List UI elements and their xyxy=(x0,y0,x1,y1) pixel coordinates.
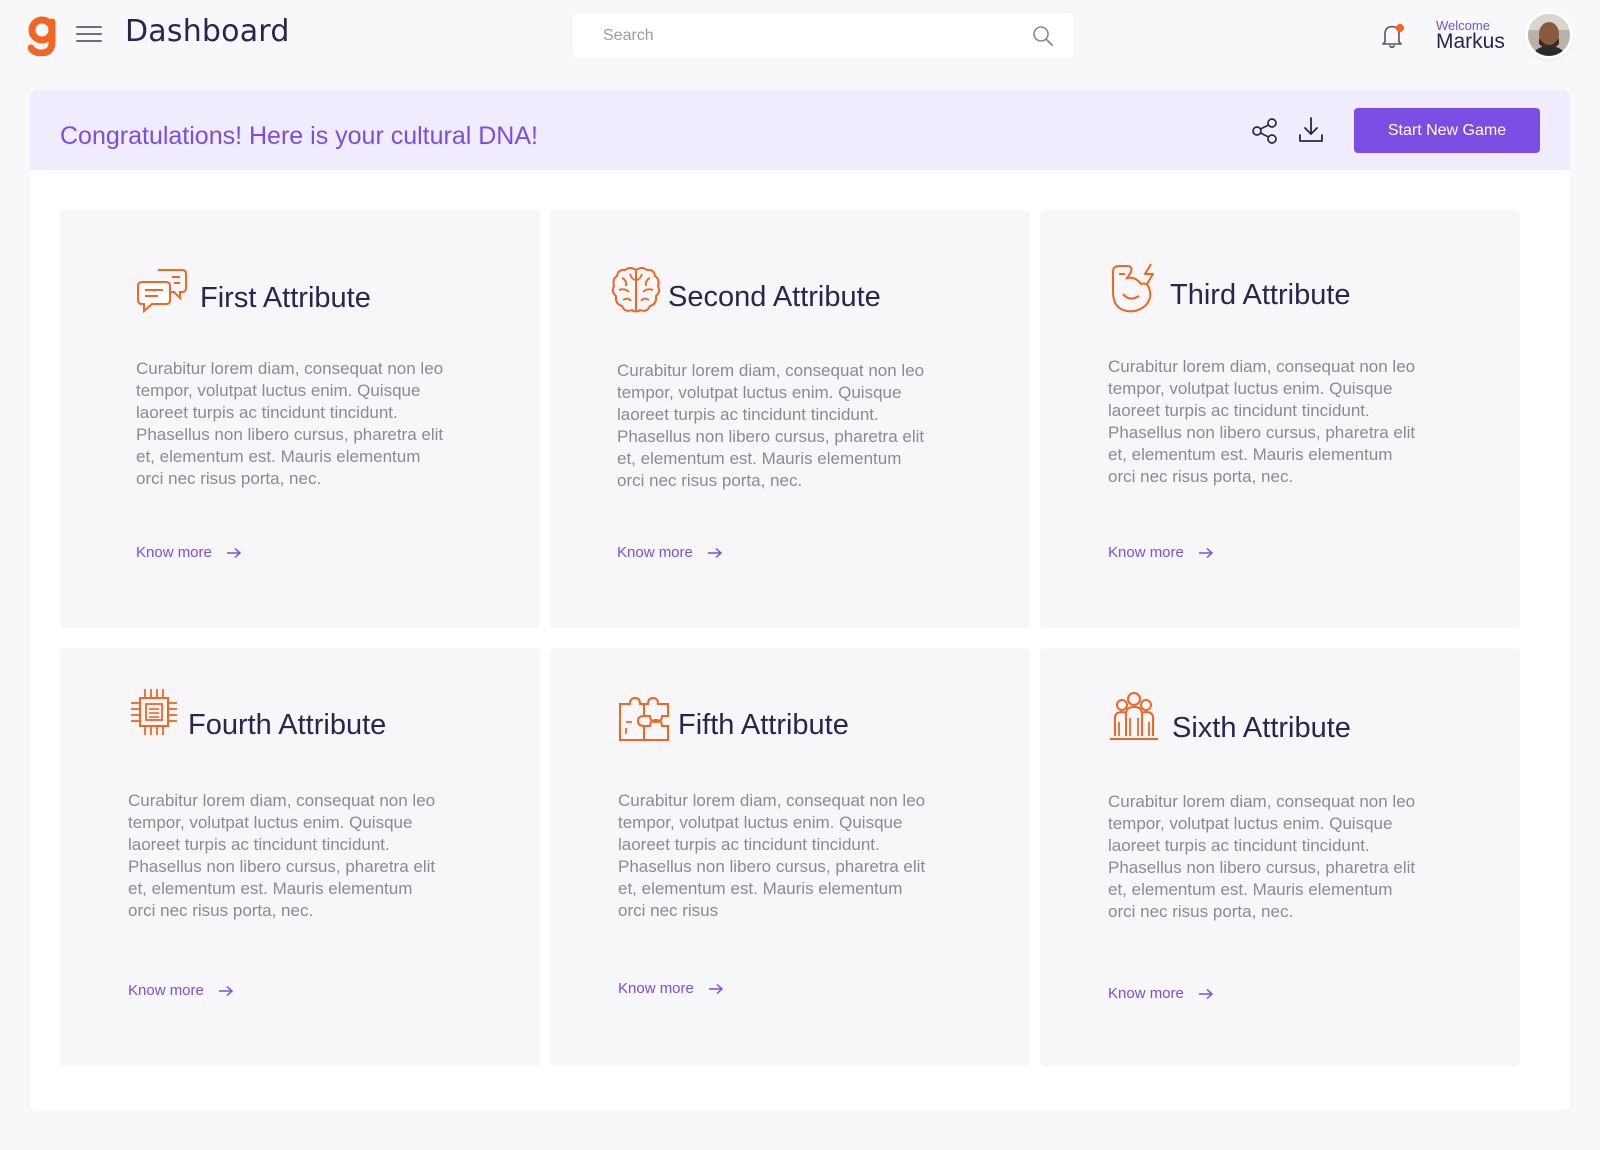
hamburger-menu-icon[interactable] xyxy=(76,24,102,44)
attribute-title: Third Attribute xyxy=(1170,279,1351,311)
team-people-icon xyxy=(1110,692,1158,740)
top-bar: Dashboard Welcome Markus xyxy=(0,0,1600,70)
results-panel: Congratulations! Here is your cultural D… xyxy=(30,90,1570,1110)
page-title: Dashboard xyxy=(125,14,290,49)
start-new-game-button[interactable]: Start New Game xyxy=(1354,108,1540,153)
search-icon[interactable] xyxy=(1031,24,1055,48)
notification-bell-icon[interactable] xyxy=(1380,22,1406,50)
know-more-label: Know more xyxy=(1108,544,1184,561)
attribute-description: Curabitur lorem diam, consequat non leo … xyxy=(618,791,926,920)
arrow-right-icon xyxy=(707,547,722,558)
avatar-portrait-icon xyxy=(1528,14,1570,56)
know-more-label: Know more xyxy=(136,544,212,561)
attribute-title: Fourth Attribute xyxy=(188,709,387,741)
know-more-label: Know more xyxy=(128,982,204,999)
arrow-right-icon xyxy=(708,983,723,994)
attribute-card: Fourth Attribute Curabitur lorem diam, c… xyxy=(60,648,540,1066)
attribute-title: First Attribute xyxy=(200,282,371,314)
know-more-link[interactable]: Know more xyxy=(136,544,242,561)
know-more-link[interactable]: Know more xyxy=(128,982,234,999)
attribute-title: Second Attribute xyxy=(668,281,881,313)
cpu-chip-icon xyxy=(131,689,177,735)
attribute-description: Curabitur lorem diam, consequat non leo … xyxy=(128,791,436,920)
know-more-link[interactable]: Know more xyxy=(1108,544,1214,561)
attribute-title: Fifth Attribute xyxy=(678,709,849,741)
arrow-right-icon xyxy=(1198,988,1213,999)
attribute-card: Third Attribute Curabitur lorem diam, co… xyxy=(1040,210,1520,628)
user-name: Markus xyxy=(1436,30,1505,53)
download-icon[interactable] xyxy=(1296,115,1326,145)
attribute-card: First Attribute Curabitur lorem diam, co… xyxy=(60,210,540,628)
know-more-label: Know more xyxy=(618,980,694,997)
results-banner: Congratulations! Here is your cultural D… xyxy=(30,90,1570,170)
attribute-card: Sixth Attribute Curabitur lorem diam, co… xyxy=(1040,648,1520,1066)
arrow-right-icon xyxy=(218,985,233,996)
puzzle-icon xyxy=(619,696,669,741)
know-more-link[interactable]: Know more xyxy=(618,980,724,997)
attribute-card: Second Attribute Curabitur lorem diam, c… xyxy=(550,210,1030,628)
attribute-title: Sixth Attribute xyxy=(1172,712,1351,744)
banner-title: Congratulations! Here is your cultural D… xyxy=(60,122,538,150)
attribute-description: Curabitur lorem diam, consequat non leo … xyxy=(1108,792,1416,921)
share-icon[interactable] xyxy=(1250,116,1280,146)
user-avatar[interactable] xyxy=(1528,14,1570,56)
search-bar[interactable] xyxy=(573,13,1073,58)
attribute-description: Curabitur lorem diam, consequat non leo … xyxy=(1108,357,1416,486)
app-logo-icon[interactable] xyxy=(28,16,58,56)
attribute-description: Curabitur lorem diam, consequat non leo … xyxy=(617,361,925,490)
know-more-label: Know more xyxy=(1108,985,1184,1002)
arrow-right-icon xyxy=(226,547,241,558)
know-more-link[interactable]: Know more xyxy=(617,544,723,561)
strength-arm-icon xyxy=(1112,263,1154,313)
know-more-label: Know more xyxy=(617,544,693,561)
arrow-right-icon xyxy=(1198,547,1213,558)
attribute-card: Fifth Attribute Curabitur lorem diam, co… xyxy=(550,648,1030,1066)
brain-icon xyxy=(611,267,661,313)
attribute-description: Curabitur lorem diam, consequat non leo … xyxy=(136,359,444,488)
search-input[interactable] xyxy=(573,13,1013,58)
chat-bubbles-icon xyxy=(137,269,187,314)
know-more-link[interactable]: Know more xyxy=(1108,985,1214,1002)
